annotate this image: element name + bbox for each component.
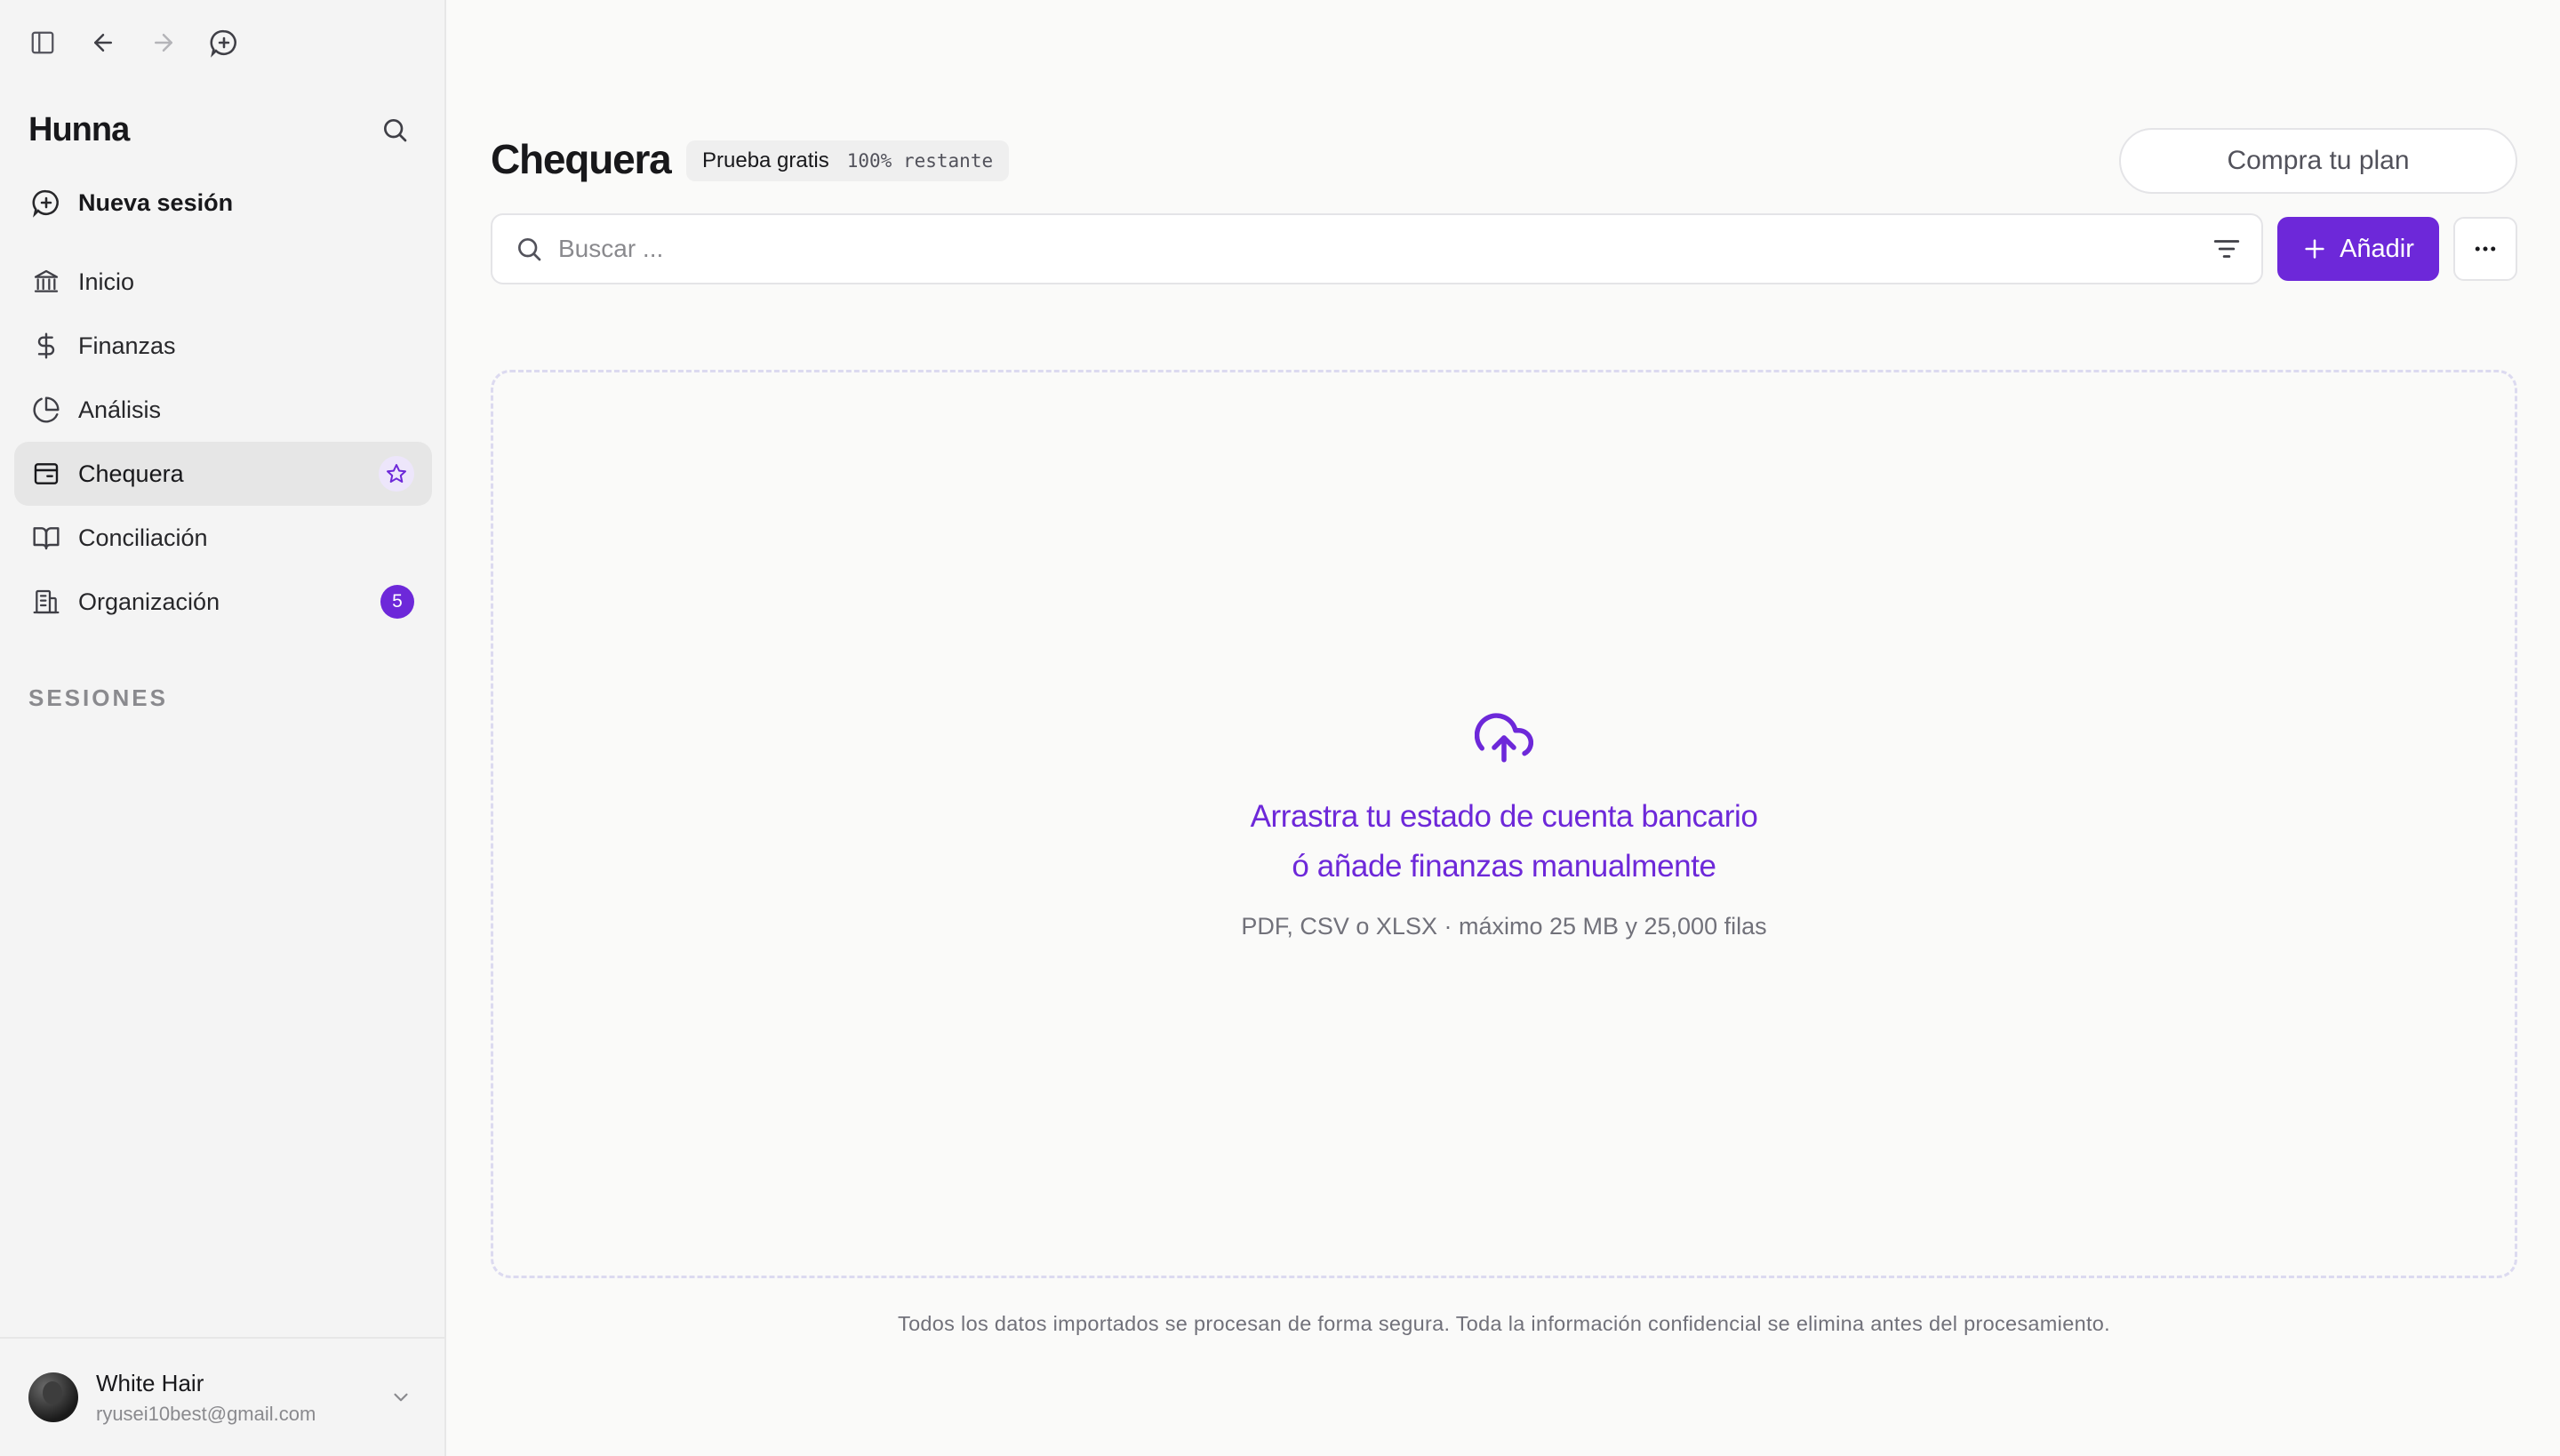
more-options-button[interactable] [2453, 217, 2517, 281]
cloud-upload-icon [1475, 708, 1533, 767]
file-dropzone[interactable]: Arrastra tu estado de cuenta bancario ó … [491, 370, 2517, 1278]
sidebar-panel-icon [31, 31, 54, 54]
brand-row: Hunna [28, 105, 416, 155]
back-button[interactable] [82, 21, 124, 64]
sidebar-item-label: Finanzas [78, 332, 176, 359]
dropzone-subtext: PDF, CSV o XLSX · máximo 25 MB y 25,000 … [1241, 913, 1767, 940]
notification-count-badge: 5 [380, 585, 414, 619]
user-info: White Hair ryusei10best@gmail.com [96, 1370, 316, 1426]
security-footnote: Todos los datos importados se procesan d… [898, 1312, 2110, 1335]
chevron-down-icon[interactable] [389, 1386, 412, 1409]
user-menu[interactable]: White Hair ryusei10best@gmail.com [0, 1337, 444, 1456]
sidebar-item-conciliacion[interactable]: Conciliación [14, 506, 432, 570]
bank-icon [30, 266, 62, 298]
search-icon [384, 119, 407, 142]
plus-circle-icon [30, 187, 62, 219]
new-session-toolbar-button[interactable] [203, 21, 245, 64]
dropzone-title-line2: ó añade finanzas manualmente [1292, 849, 1716, 884]
sidebar-item-inicio[interactable]: Inicio [14, 250, 432, 314]
sidebar-item-label: Chequera [78, 460, 184, 487]
sidebar-search-button[interactable] [373, 108, 416, 151]
window-toolbar [21, 21, 245, 64]
dropzone-title-line1: Arrastra tu estado de cuenta bancario [1250, 799, 1758, 834]
buy-plan-button[interactable]: Compra tu plan [2119, 128, 2517, 194]
sidebar-item-label: Inicio [78, 268, 135, 295]
arrow-right-icon [155, 34, 172, 52]
avatar [28, 1372, 78, 1422]
sidebar-item-label: Análisis [78, 396, 162, 423]
sidebar-item-chequera[interactable]: Chequera [14, 442, 432, 506]
filter-icon [2213, 240, 2240, 258]
wallet-icon [30, 458, 62, 490]
sessions-section-label: SESIONES [28, 684, 168, 711]
forward-button[interactable] [142, 21, 185, 64]
search-placeholder: Buscar ... [558, 235, 664, 262]
sidebar-item-label: Conciliación [78, 524, 208, 551]
favorite-star-button[interactable] [379, 456, 414, 492]
arrow-left-icon [94, 34, 112, 52]
book-open-icon [30, 522, 62, 554]
pie-chart-icon [30, 394, 62, 426]
sidebar-item-label: Organización [78, 588, 220, 615]
more-horizontal-icon [2475, 246, 2496, 252]
trial-label: Prueba gratis [702, 148, 829, 172]
user-name: White Hair [96, 1369, 204, 1396]
page-title: Chequera [491, 136, 672, 182]
brand-logo: Hunna [28, 110, 130, 148]
new-session-label: Nueva sesión [78, 188, 234, 216]
search-input[interactable]: Buscar ... [491, 213, 2263, 284]
sidebar-item-organizacion[interactable]: Organización 5 [14, 570, 432, 634]
star-icon [387, 464, 406, 483]
search-icon [514, 234, 544, 264]
sidebar-item-finanzas[interactable]: Finanzas [14, 314, 432, 378]
dollar-icon [30, 330, 62, 362]
user-email: ryusei10best@gmail.com [96, 1402, 316, 1425]
main-content: Chequera Prueba gratis 100% restante Com… [446, 0, 2560, 1456]
plus-circle-icon [210, 29, 236, 58]
add-button-label: Añadir [2340, 234, 2414, 263]
trial-remaining: 100% restante [846, 150, 994, 172]
plus-icon [2305, 239, 2324, 259]
sidebar-item-analisis[interactable]: Análisis [14, 378, 432, 442]
trial-badge: Prueba gratis 100% restante [686, 140, 1010, 181]
filter-button[interactable] [2212, 234, 2242, 264]
sidebar: Hunna Nueva sesión Inicio Finanzas Análi… [0, 0, 446, 1456]
add-button[interactable]: Añadir [2277, 217, 2439, 281]
toggle-sidebar-button[interactable] [21, 21, 64, 64]
building-icon [30, 586, 62, 618]
new-session-button[interactable]: Nueva sesión [14, 171, 432, 235]
